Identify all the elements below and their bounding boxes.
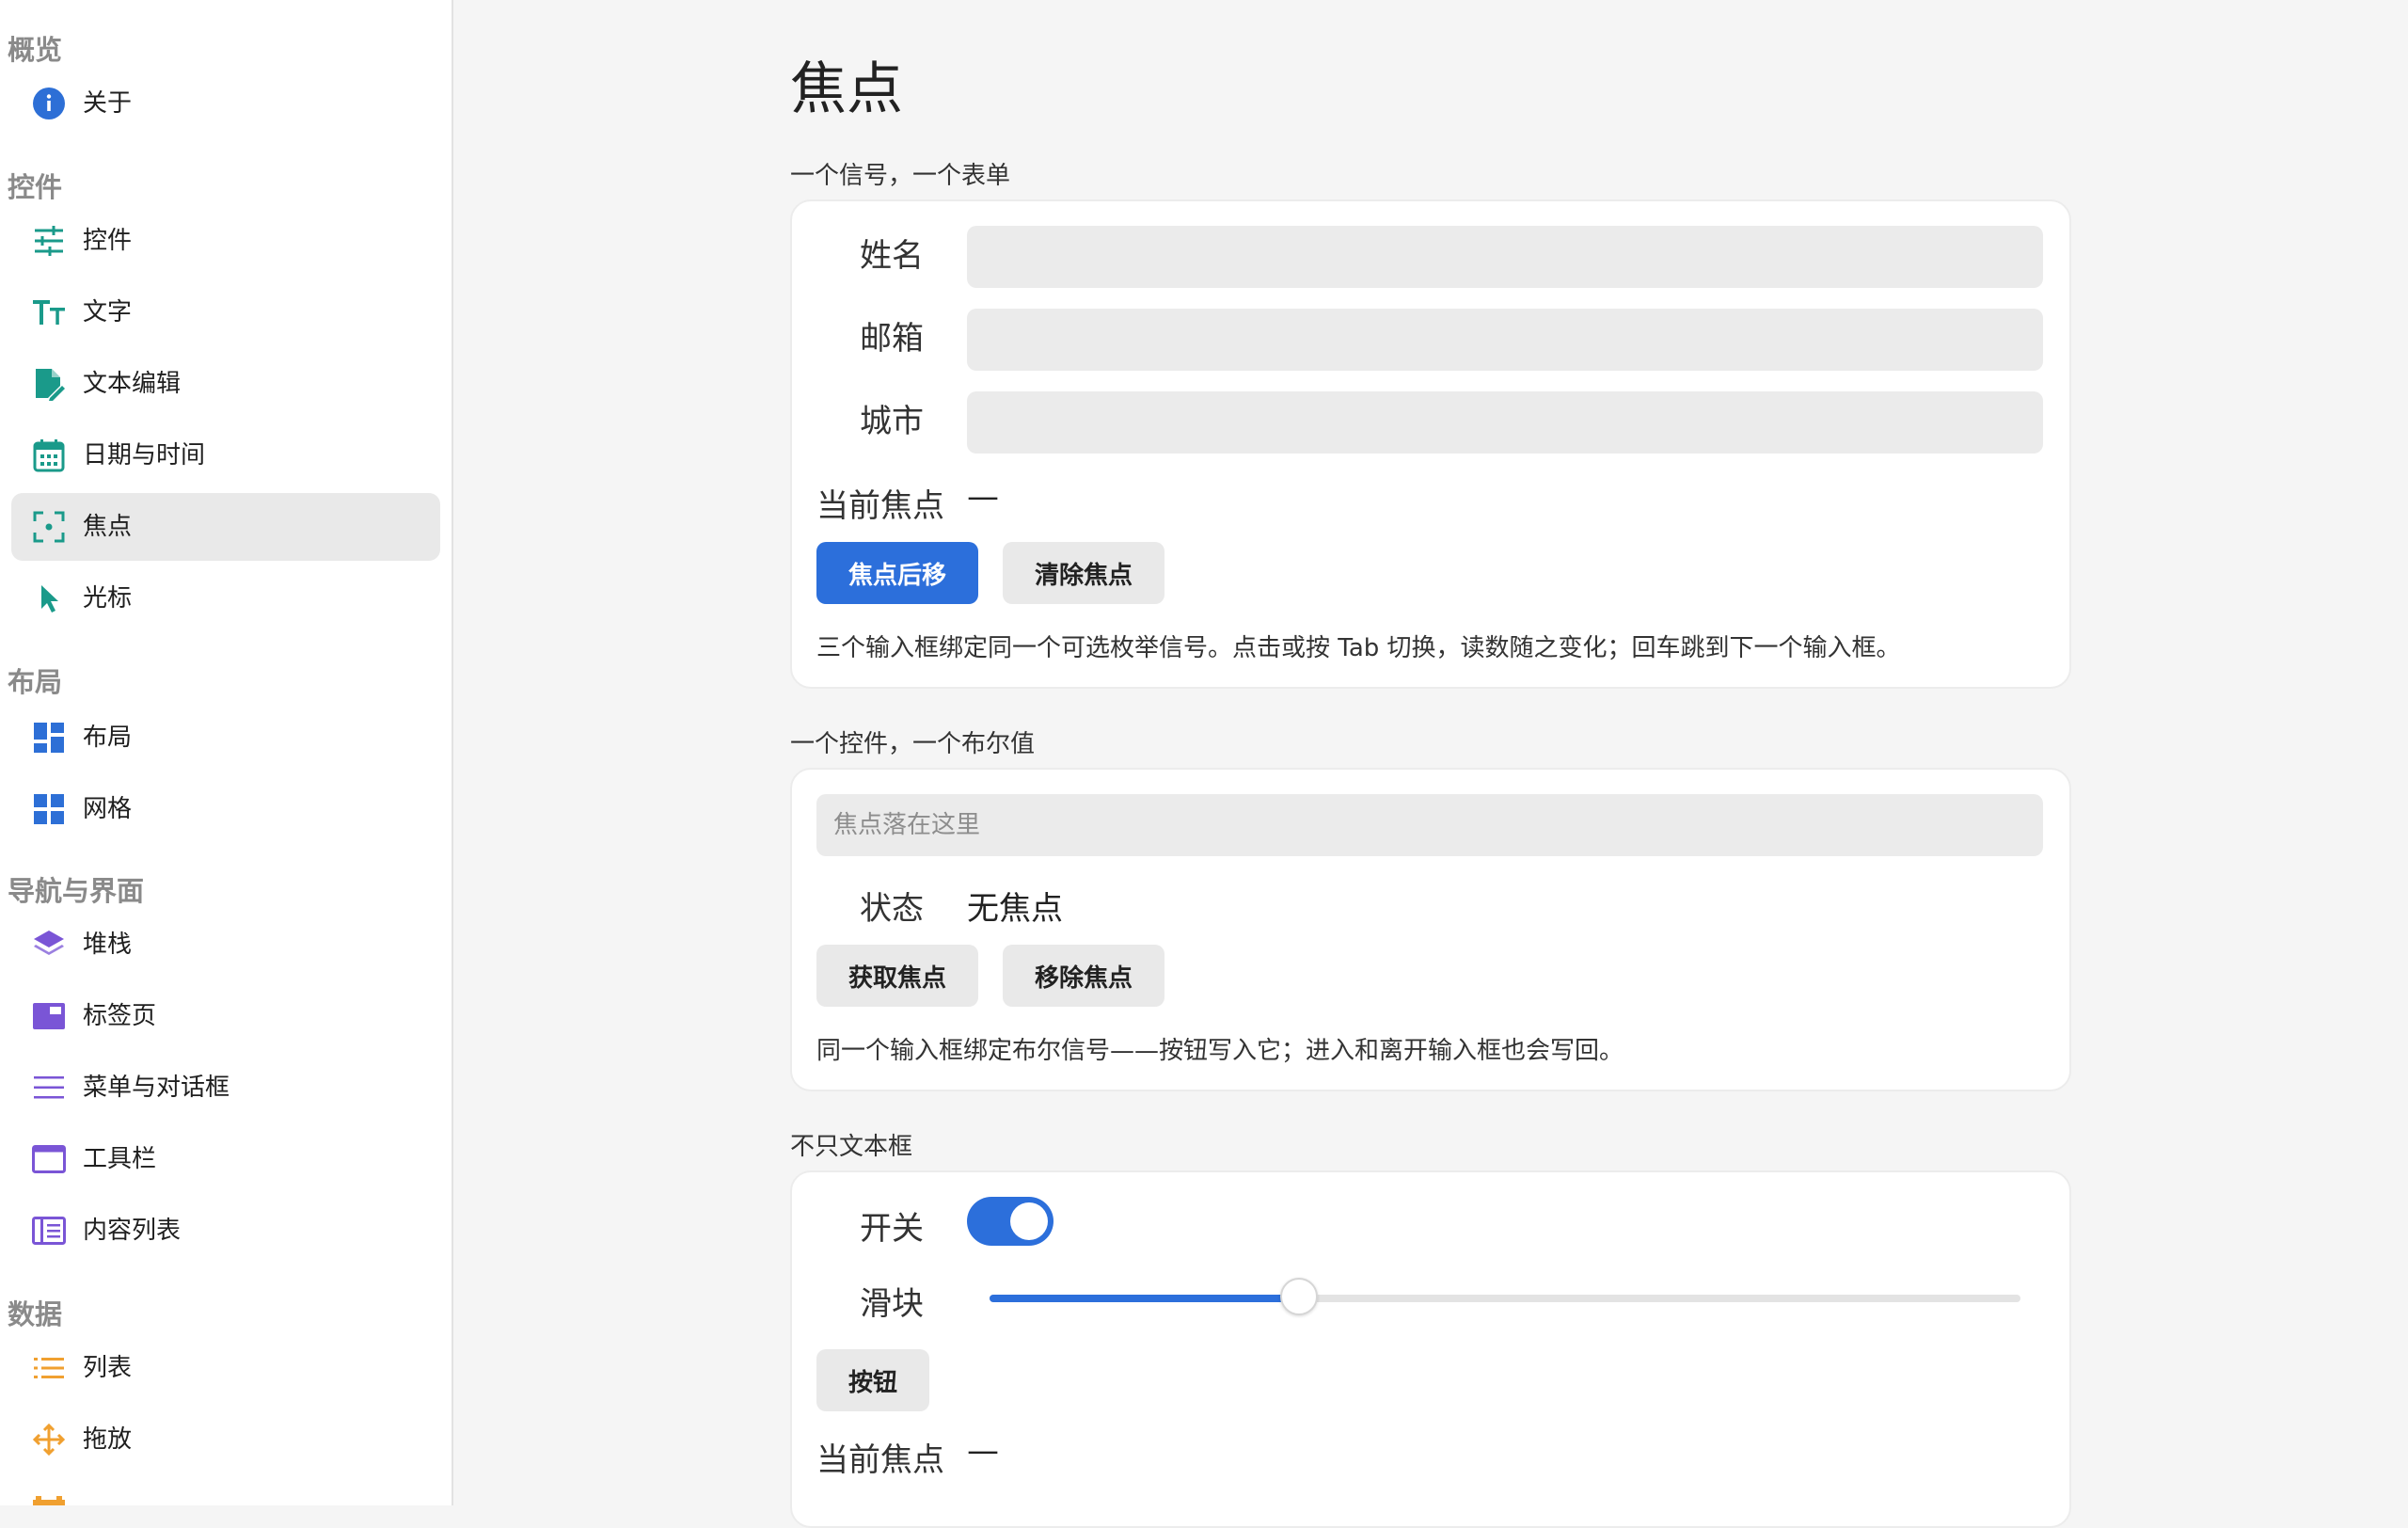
stack-icon — [32, 928, 66, 962]
sidebar-item-cursor[interactable]: 光标 — [11, 565, 440, 632]
sidebar-item-label: 网格 — [83, 795, 133, 823]
slider-fill — [990, 1295, 1299, 1302]
sidebar-item-stack[interactable]: 堆栈 — [11, 911, 440, 979]
card-caption-more-controls: 不只文本框 — [790, 1133, 913, 1161]
sliders-icon — [32, 224, 66, 258]
sidebar-item-label: 工具栏 — [83, 1145, 157, 1173]
remove-focus-button[interactable]: 移除焦点 — [1003, 945, 1164, 1007]
city-label: 城市 — [860, 403, 924, 440]
sidebar-item-label: 拖放 — [83, 1425, 133, 1454]
toolbar-icon — [32, 1142, 66, 1176]
sidebar-item-label: 菜单与对话框 — [83, 1074, 230, 1102]
sidebar-item-drag-drop[interactable]: 拖放 — [11, 1406, 440, 1473]
sidebar-item-tabs[interactable]: 标签页 — [11, 982, 440, 1050]
section-title-layout: 布局 — [8, 666, 63, 698]
menu-icon — [32, 1071, 66, 1105]
section-title-data: 数据 — [8, 1298, 63, 1330]
sidebar: 概览 关于 控件 控件 文字 文本编辑 日期与时间 焦点 光标 布局 布局 网格… — [0, 0, 453, 1505]
current-focus-value: — — [967, 478, 999, 516]
sidebar-item-label: 列表 — [83, 1354, 133, 1382]
sidebar-item-label: 布局 — [83, 724, 133, 752]
status-label: 状态 — [860, 890, 924, 928]
current-focus-value-2: — — [967, 1432, 999, 1470]
sidebar-item-label: 文本编辑 — [83, 370, 182, 398]
tabs-icon — [32, 999, 66, 1033]
sidebar-item-content-list[interactable]: 内容列表 — [11, 1197, 440, 1265]
sidebar-item-label: 日期与时间 — [83, 441, 206, 470]
focus-switch[interactable] — [967, 1197, 1054, 1246]
sidebar-item-about[interactable]: 关于 — [11, 70, 440, 137]
current-focus-label: 当前焦点 — [816, 487, 944, 525]
section-title-controls: 控件 — [8, 171, 63, 203]
sidebar-item-label: 焦点 — [83, 513, 133, 541]
text-size-icon — [32, 295, 66, 329]
name-label: 姓名 — [860, 237, 924, 275]
sidebar-item-label: 内容列表 — [83, 1217, 182, 1245]
list-icon — [32, 1351, 66, 1385]
sample-button[interactable]: 按钮 — [816, 1349, 929, 1411]
sidebar-item-text-editing[interactable]: 文本编辑 — [11, 350, 440, 418]
name-field[interactable] — [967, 226, 2043, 288]
section-title-overview: 概览 — [8, 34, 63, 66]
sidebar-item-date-time[interactable]: 日期与时间 — [11, 422, 440, 489]
sidebar-item-layout[interactable]: 布局 — [11, 704, 440, 772]
sidebar-item-label: 控件 — [83, 227, 133, 255]
card-caption-boolean: 一个控件，一个布尔值 — [790, 730, 1036, 758]
switch-knob — [1010, 1202, 1048, 1240]
cursor-icon — [32, 581, 66, 615]
email-label: 邮箱 — [860, 320, 924, 358]
layout-icon — [32, 721, 66, 755]
info-icon — [32, 87, 66, 120]
sidebar-item-label: 标签页 — [83, 1002, 157, 1030]
sidebar-item-focus[interactable]: 焦点 — [11, 493, 440, 561]
page-title: 焦点 — [790, 56, 903, 122]
clear-focus-button[interactable]: 清除焦点 — [1003, 542, 1164, 604]
focus-next-button[interactable]: 焦点后移 — [816, 542, 978, 604]
sidebar-item-grid[interactable]: 网格 — [11, 775, 440, 843]
file-edit-icon — [32, 367, 66, 401]
grid-icon — [32, 792, 66, 826]
card-boolean: 状态 无焦点 获取焦点 移除焦点 同一个输入框绑定布尔信号——按钮写入它；进入和… — [790, 768, 2071, 1091]
sidebar-item-text[interactable]: 文字 — [11, 279, 440, 346]
section-title-navigation: 导航与界面 — [8, 875, 145, 907]
city-field[interactable] — [967, 391, 2043, 454]
switch-label: 开关 — [860, 1210, 924, 1248]
email-field[interactable] — [967, 309, 2043, 371]
focus-slider[interactable] — [990, 1278, 2020, 1315]
table-icon — [32, 1494, 66, 1505]
main-content: 焦点 一个信号，一个表单 姓名 邮箱 城市 当前焦点 — 焦点后移 清除焦点 三… — [453, 0, 2408, 1528]
boolean-description: 同一个输入框绑定布尔信号——按钮写入它；进入和离开输入框也会写回。 — [816, 1037, 1624, 1065]
slider-label: 滑块 — [860, 1285, 924, 1323]
card-form: 姓名 邮箱 城市 当前焦点 — 焦点后移 清除焦点 三个输入框绑定同一个可选枚举… — [790, 199, 2071, 689]
form-description: 三个输入框绑定同一个可选枚举信号。点击或按 Tab 切换，读数随之变化；回车跳到… — [816, 634, 1901, 662]
calendar-icon — [32, 438, 66, 472]
get-focus-button[interactable]: 获取焦点 — [816, 945, 978, 1007]
current-focus-label-2: 当前焦点 — [816, 1441, 944, 1479]
focus-icon — [32, 510, 66, 544]
sidebar-item-label: 关于 — [83, 89, 133, 118]
content-list-icon — [32, 1214, 66, 1248]
sidebar-item-cutoff[interactable] — [11, 1477, 440, 1505]
focus-target-input[interactable] — [816, 794, 2043, 856]
sidebar-item-menus-dialogs[interactable]: 菜单与对话框 — [11, 1054, 440, 1122]
status-value: 无焦点 — [967, 890, 1063, 928]
slider-thumb[interactable] — [1279, 1278, 1318, 1315]
sidebar-item-list[interactable]: 列表 — [11, 1334, 440, 1402]
card-caption-form: 一个信号，一个表单 — [790, 162, 1011, 190]
sidebar-item-label: 光标 — [83, 584, 133, 613]
sidebar-item-toolbar[interactable]: 工具栏 — [11, 1125, 440, 1193]
sidebar-item-controls[interactable]: 控件 — [11, 207, 440, 275]
sidebar-item-label: 堆栈 — [83, 931, 133, 959]
card-more-controls: 开关 滑块 按钮 当前焦点 — — [790, 1170, 2071, 1528]
move-icon — [32, 1423, 66, 1456]
sidebar-item-label: 文字 — [83, 298, 133, 326]
